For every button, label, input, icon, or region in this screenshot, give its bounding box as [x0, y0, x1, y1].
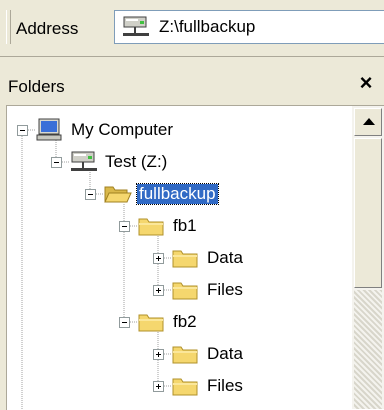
tree-node[interactable]: Data [7, 245, 347, 271]
scroll-up-button[interactable] [354, 108, 382, 136]
folder-icon [172, 346, 198, 364]
scroll-thumb[interactable] [354, 138, 382, 288]
address-bar: Address Z:\fullbackup [0, 0, 384, 57]
scroll-track[interactable] [354, 290, 382, 409]
address-value: Z:\fullbackup [159, 17, 256, 36]
collapse-toggle-icon[interactable] [119, 317, 130, 328]
tree-node-label[interactable]: My Computer [69, 120, 175, 140]
tree-node[interactable]: My Computer [7, 117, 347, 143]
tree-node[interactable]: fb1 [7, 213, 347, 239]
close-pane-button[interactable]: × [354, 71, 378, 95]
tree-node[interactable]: fb2 [7, 309, 347, 335]
open-folder-icon [104, 186, 132, 203]
address-label: Address [16, 19, 79, 38]
network-drive-icon [71, 151, 97, 171]
folder-icon [138, 218, 164, 236]
computer-icon [36, 118, 62, 141]
collapse-toggle-icon[interactable] [119, 221, 130, 232]
folder-tree: My Computer Test (Z:) fullbackup fb1 Data Fil… [6, 105, 384, 410]
folder-icon [172, 250, 198, 268]
tree-node[interactable]: fullbackup [7, 181, 347, 207]
folder-icon [138, 314, 164, 332]
vertical-scrollbar[interactable] [352, 106, 384, 409]
folders-title: Folders [8, 77, 65, 96]
tree-node-label[interactable]: Files [205, 376, 245, 396]
expand-toggle-icon[interactable] [153, 349, 164, 360]
tree-node[interactable]: Data [7, 341, 347, 367]
tree-node-label[interactable]: fullbackup [136, 183, 219, 205]
tree-node-label[interactable]: Data [205, 344, 245, 364]
explorer-window: Address Z:\fullbackup Folders × My Compu… [0, 0, 384, 410]
address-input[interactable]: Z:\fullbackup [114, 10, 384, 44]
expand-toggle-icon[interactable] [153, 285, 164, 296]
tree-node-label[interactable]: Data [205, 248, 245, 268]
arrow-up-icon [363, 118, 375, 125]
folder-icon [172, 378, 198, 396]
expand-toggle-icon[interactable] [153, 381, 164, 392]
folder-icon [172, 282, 198, 300]
expand-toggle-icon[interactable] [153, 253, 164, 264]
tree-node-label[interactable]: Files [205, 280, 245, 300]
tree-node[interactable]: Files [7, 373, 347, 399]
toolbar-grip[interactable] [6, 10, 11, 44]
tree-node[interactable]: Files [7, 277, 347, 303]
tree-node-label[interactable]: fb1 [171, 216, 199, 236]
tree-node-label[interactable]: fb2 [171, 312, 199, 332]
tree-node-label[interactable]: Test (Z:) [103, 152, 169, 172]
collapse-toggle-icon[interactable] [85, 189, 96, 200]
folders-header: Folders × [0, 57, 384, 105]
tree-node[interactable]: Test (Z:) [7, 149, 347, 175]
collapse-toggle-icon[interactable] [17, 125, 28, 136]
network-drive-icon [123, 16, 149, 36]
collapse-toggle-icon[interactable] [51, 157, 62, 168]
